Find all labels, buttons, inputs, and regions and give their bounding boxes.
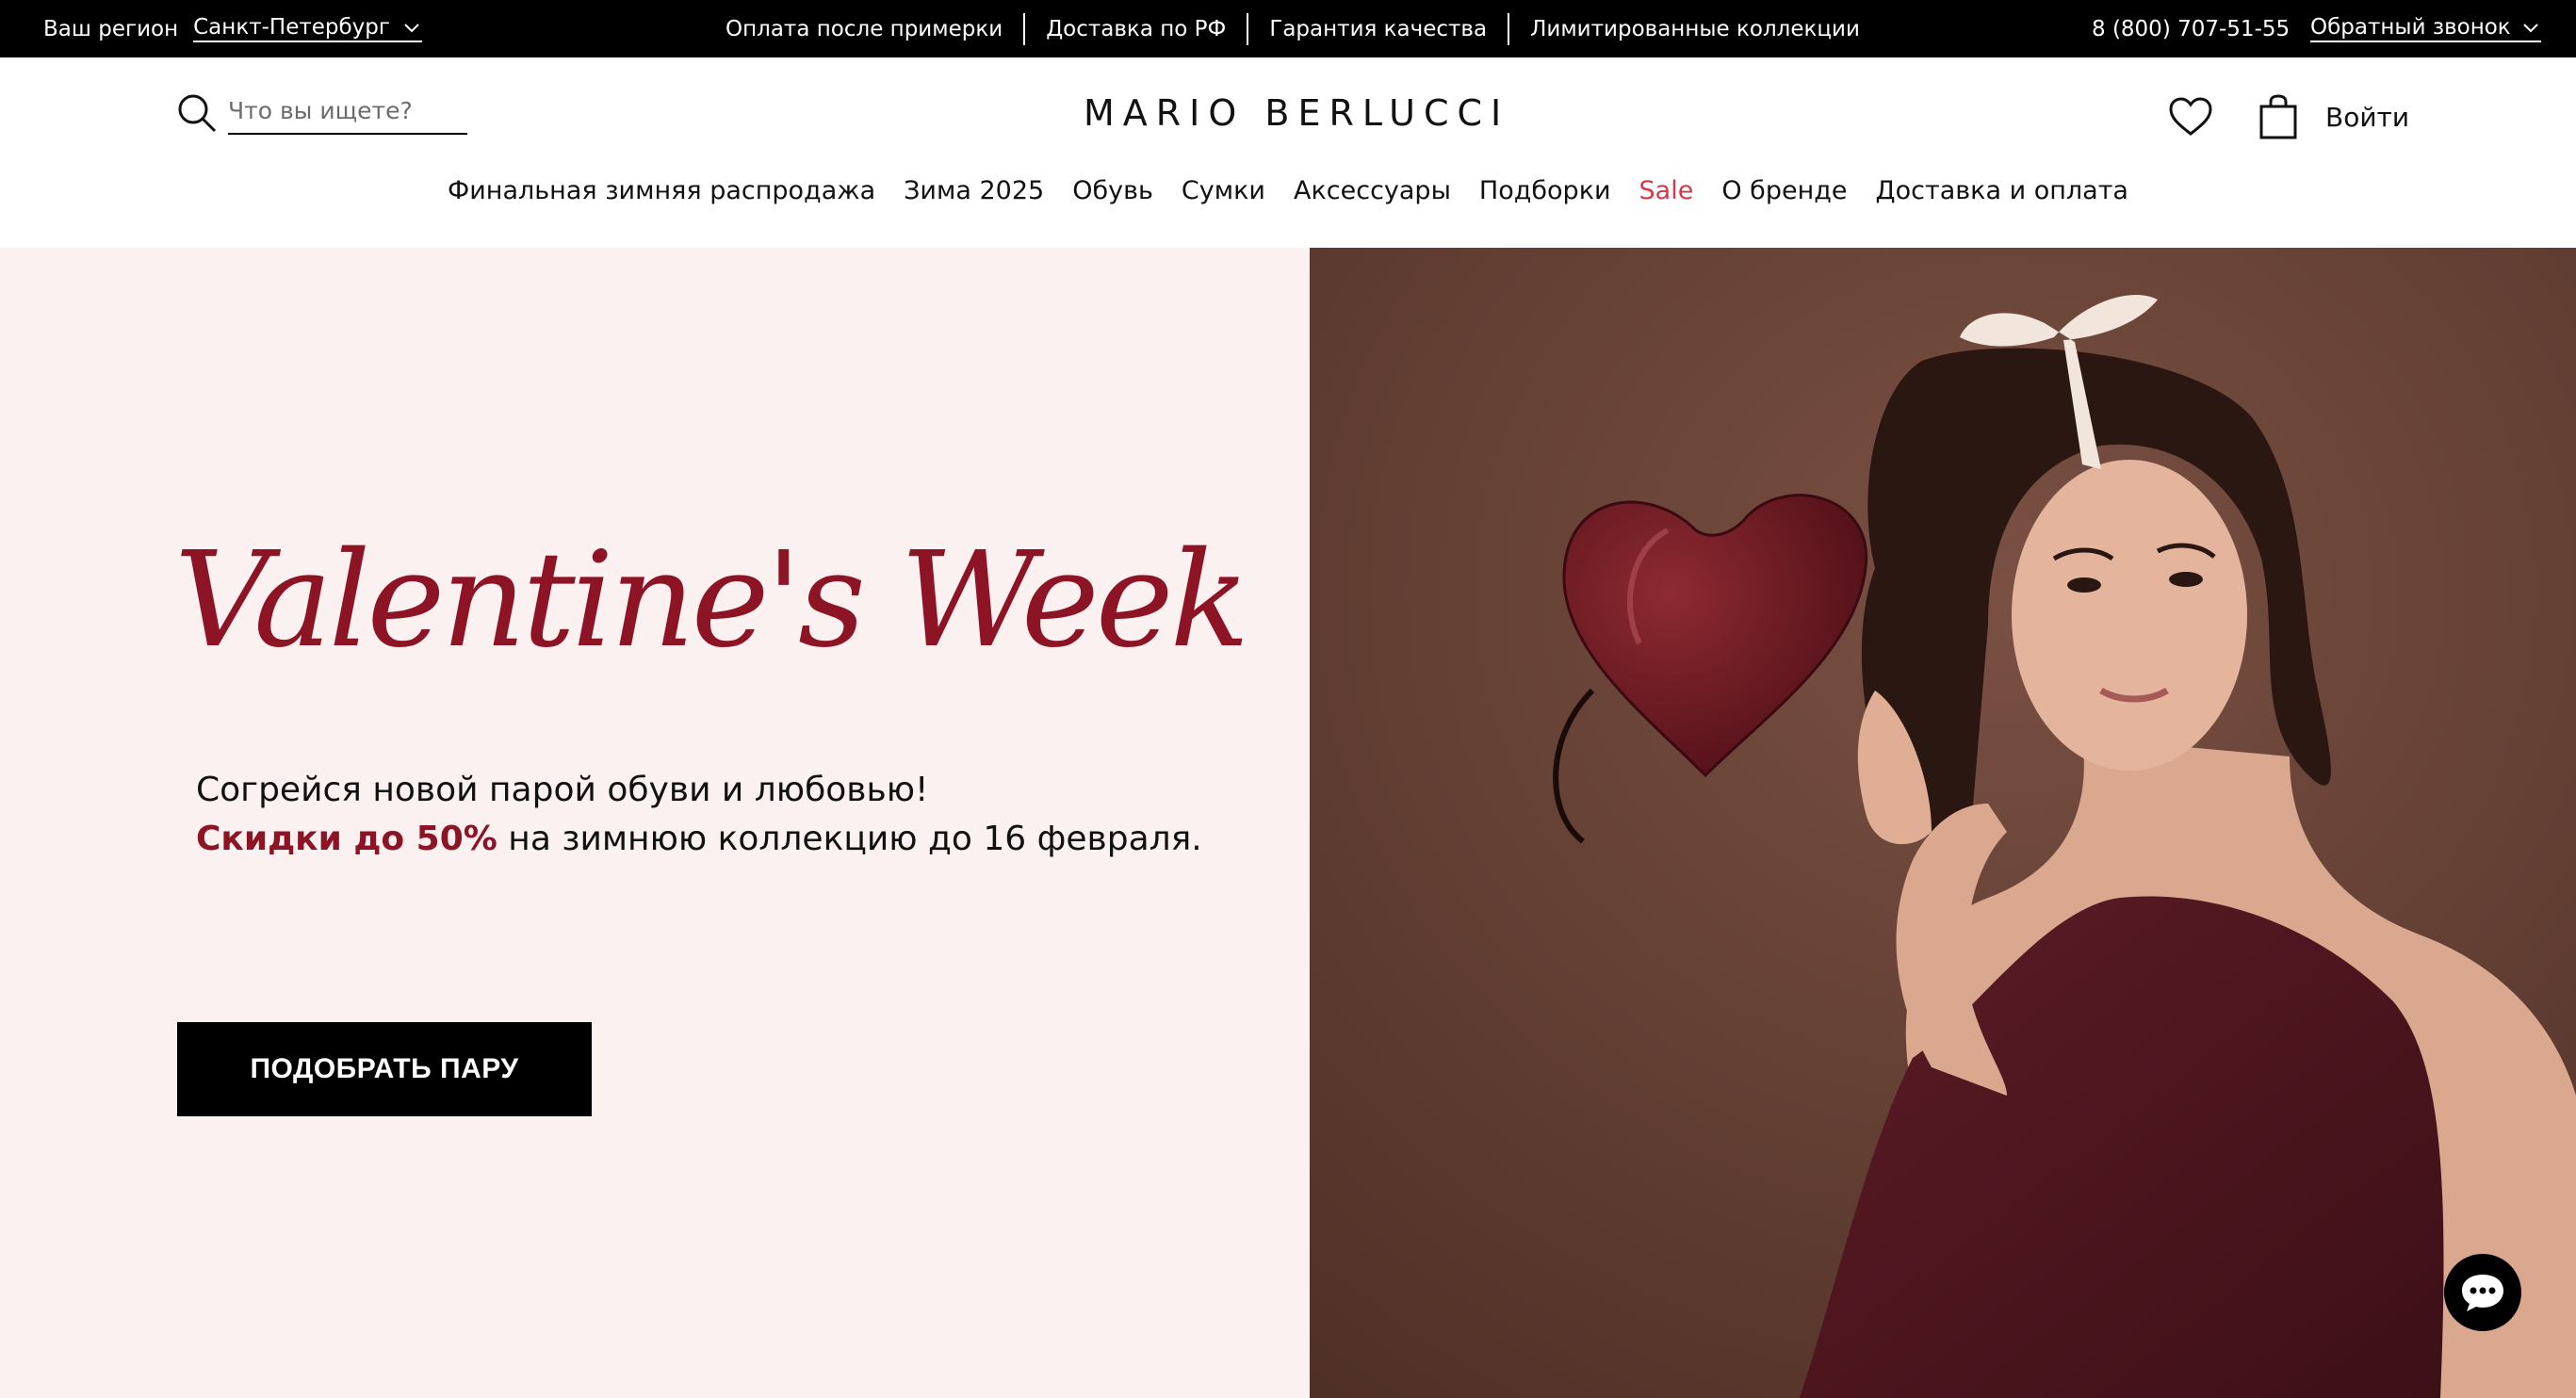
bag-icon[interactable] bbox=[2258, 93, 2299, 140]
search-icon[interactable] bbox=[175, 91, 219, 135]
callback-inner: Обратный звонок bbox=[2310, 15, 2541, 42]
chevron-down-icon bbox=[2522, 24, 2538, 33]
callback-label: Обратный звонок bbox=[2310, 15, 2511, 40]
region-value-text: Санкт-Петербург bbox=[193, 15, 390, 40]
divider bbox=[1023, 12, 1026, 45]
region-selector[interactable]: Ваш регион Санкт-Петербург bbox=[43, 0, 422, 57]
brand-logo[interactable]: MARIO BERLUCCI bbox=[1084, 91, 1501, 135]
nav-item-about[interactable]: О бренде bbox=[1721, 176, 1847, 205]
top-links: Оплата после примерки Доставка по РФ Гар… bbox=[726, 0, 1860, 57]
nav-item-final-sale[interactable]: Финальная зимняя распродажа bbox=[448, 176, 875, 205]
top-link-delivery[interactable]: Доставка по РФ bbox=[1046, 17, 1226, 41]
hero-line-1: Согрейся новой парой обуви и любовью! bbox=[196, 771, 929, 809]
chevron-down-icon bbox=[404, 24, 419, 33]
nav-item-collections[interactable]: Подборки bbox=[1479, 176, 1611, 205]
nav-item-bags[interactable]: Сумки bbox=[1182, 176, 1265, 205]
nav-item-sale[interactable]: Sale bbox=[1639, 176, 1694, 205]
eye-left bbox=[2067, 577, 2101, 593]
top-link-quality[interactable]: Гарантия качества bbox=[1269, 17, 1487, 41]
header: MARIO BERLUCCI Войти Финальная зимняя ра… bbox=[0, 57, 2576, 248]
divider bbox=[1508, 12, 1510, 45]
discount-accent: Скидки до 50% bbox=[196, 820, 497, 858]
hero-photo[interactable] bbox=[1310, 248, 2576, 1398]
main-nav: Финальная зимняя распродажа Зима 2025 Об… bbox=[0, 171, 2576, 209]
chat-icon bbox=[2462, 1275, 2503, 1311]
hero-banner: Valentine's Week Согрейся новой парой об… bbox=[0, 248, 1310, 1398]
header-actions: Войти bbox=[2167, 91, 2409, 142]
top-bar: Ваш регион Санкт-Петербург Оплата после … bbox=[0, 0, 2576, 57]
divider bbox=[1247, 12, 1249, 45]
eye-right bbox=[2169, 572, 2203, 587]
top-link-limited[interactable]: Лимитированные коллекции bbox=[1530, 17, 1860, 41]
choose-pair-button[interactable]: ПОДОБРАТЬ ПАРУ bbox=[177, 1022, 592, 1116]
hero-subtitle: Согрейся новой парой обуви и любовью! Ск… bbox=[196, 766, 1280, 864]
chat-button[interactable] bbox=[2444, 1254, 2521, 1331]
callback-button[interactable]: Обратный звонок bbox=[2310, 0, 2541, 57]
discount-rest: на зимнюю коллекцию до 16 февраля. bbox=[497, 820, 1202, 858]
nav-item-winter-2025[interactable]: Зима 2025 bbox=[904, 176, 1044, 205]
model-photo-illustration bbox=[1310, 248, 2576, 1398]
face-shape bbox=[2012, 460, 2247, 771]
search-input[interactable] bbox=[228, 91, 467, 135]
nav-item-accessories[interactable]: Аксессуары bbox=[1294, 176, 1451, 205]
nav-item-shoes[interactable]: Обувь bbox=[1072, 176, 1153, 205]
search-bar bbox=[175, 91, 467, 135]
top-link-payment[interactable]: Оплата после примерки bbox=[726, 17, 1003, 41]
region-label: Ваш регион bbox=[43, 16, 179, 41]
login-link[interactable]: Войти bbox=[2325, 102, 2409, 133]
heart-icon[interactable] bbox=[2167, 93, 2214, 140]
hero-title: Valentine's Week bbox=[174, 524, 1249, 677]
nav-item-delivery-payment[interactable]: Доставка и оплата bbox=[1876, 176, 2128, 205]
hero-line-2: Скидки до 50% на зимнюю коллекцию до 16 … bbox=[196, 815, 1280, 864]
region-value[interactable]: Санкт-Петербург bbox=[193, 15, 422, 42]
phone-number[interactable]: 8 (800) 707-51-55 bbox=[2092, 0, 2290, 57]
